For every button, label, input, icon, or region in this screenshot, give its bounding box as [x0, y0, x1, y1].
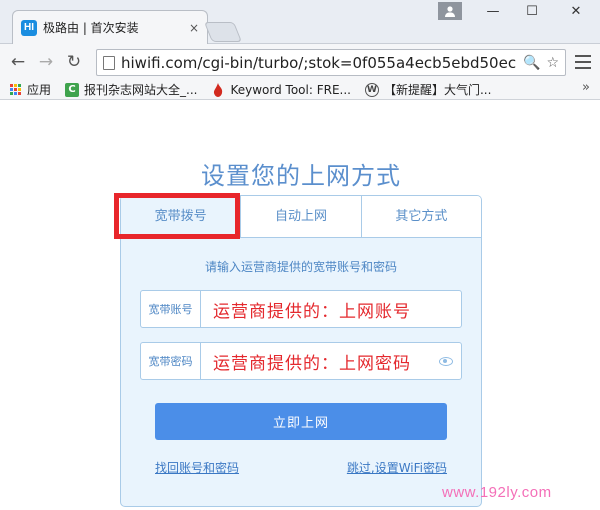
back-button[interactable]: ← [8, 52, 28, 72]
watermark: www.192ly.com [442, 484, 552, 501]
user-silhouette-icon [445, 6, 455, 17]
search-icon[interactable]: 🔍 [523, 55, 540, 71]
account-field[interactable]: 宽带账号 运营商提供的：上网账号 [140, 290, 462, 328]
user-icon[interactable] [438, 2, 462, 20]
page-icon [103, 55, 115, 70]
bookmarks-more-icon[interactable]: » [582, 80, 590, 95]
tab-title: 极路由 | 首次安装 [43, 21, 139, 35]
setup-panel: 宽带拨号 自动上网 其它方式 请输入运营商提供的宽带账号和密码 宽带账号 运营商… [120, 195, 482, 507]
bookmark-keyword-tool[interactable]: Keyword Tool: FRE... [211, 82, 351, 97]
flame-icon [211, 82, 225, 97]
tab-other[interactable]: 其它方式 [360, 196, 481, 238]
new-tab-button[interactable] [203, 22, 243, 42]
bookmark-newspapers[interactable]: C 报刊杂志网站大全_... [65, 81, 197, 98]
bookmark-label: 应用 [27, 83, 52, 97]
page-title: 设置您的上网方式 [201, 162, 401, 190]
browser-tab[interactable]: HI 极路由 | 首次安装 × [12, 10, 208, 44]
password-input[interactable]: 运营商提供的：上网密码 [201, 349, 439, 374]
tab-dhcp[interactable]: 自动上网 [240, 196, 361, 238]
wordpress-icon: W [364, 82, 379, 97]
tab-close-icon[interactable]: × [189, 21, 199, 35]
minimize-button[interactable]: — [480, 2, 506, 20]
connect-now-button[interactable]: 立即上网 [155, 403, 447, 440]
browser-menu-icon[interactable] [575, 54, 591, 70]
show-password-eye-icon[interactable] [439, 356, 453, 366]
browser-toolbar: ← → ↻ hiwifi.com/cgi-bin/turbo/;stok=0f0… [0, 44, 600, 80]
maximize-button[interactable]: ☐ [519, 2, 545, 20]
bookmark-star-icon[interactable]: ☆ [546, 55, 559, 71]
password-field[interactable]: 宽带密码 运营商提供的：上网密码 [140, 342, 462, 380]
recover-account-link[interactable]: 找回账号和密码 [155, 459, 239, 476]
password-label: 宽带密码 [141, 343, 201, 379]
c-favicon-icon: C [65, 82, 80, 97]
bookmark-apps[interactable]: 应用 [8, 81, 51, 98]
bookmark-reminder[interactable]: W 【新提醒】大气门... [364, 81, 492, 98]
bookmark-label: Keyword Tool: FRE... [230, 82, 351, 97]
apps-icon [8, 83, 22, 97]
account-label: 宽带账号 [141, 291, 201, 327]
browser-titlebar: HI 极路由 | 首次安装 × — ☐ ✕ [0, 0, 600, 44]
bookmark-label: 【新提醒】大气门... [383, 83, 492, 97]
reload-button[interactable]: ↻ [64, 52, 84, 72]
bookmarks-bar: 应用 C 报刊杂志网站大全_... Keyword Tool: FRE... W… [0, 80, 600, 100]
hiwifi-favicon-icon: HI [21, 19, 37, 36]
instruction-text: 请输入运营商提供的宽带账号和密码 [204, 260, 397, 274]
url-text[interactable]: hiwifi.com/cgi-bin/turbo/;stok=0f055a4ec… [121, 54, 517, 72]
address-bar[interactable]: hiwifi.com/cgi-bin/turbo/;stok=0f055a4ec… [96, 49, 566, 76]
account-input[interactable]: 运营商提供的：上网账号 [201, 297, 461, 322]
forward-button[interactable]: → [36, 52, 56, 72]
bookmark-label: 报刊杂志网站大全_... [84, 83, 198, 97]
skip-set-wifi-link[interactable]: 跳过,设置WiFi密码 [347, 459, 447, 476]
highlight-box [114, 193, 240, 239]
window-close-button[interactable]: ✕ [563, 2, 589, 20]
